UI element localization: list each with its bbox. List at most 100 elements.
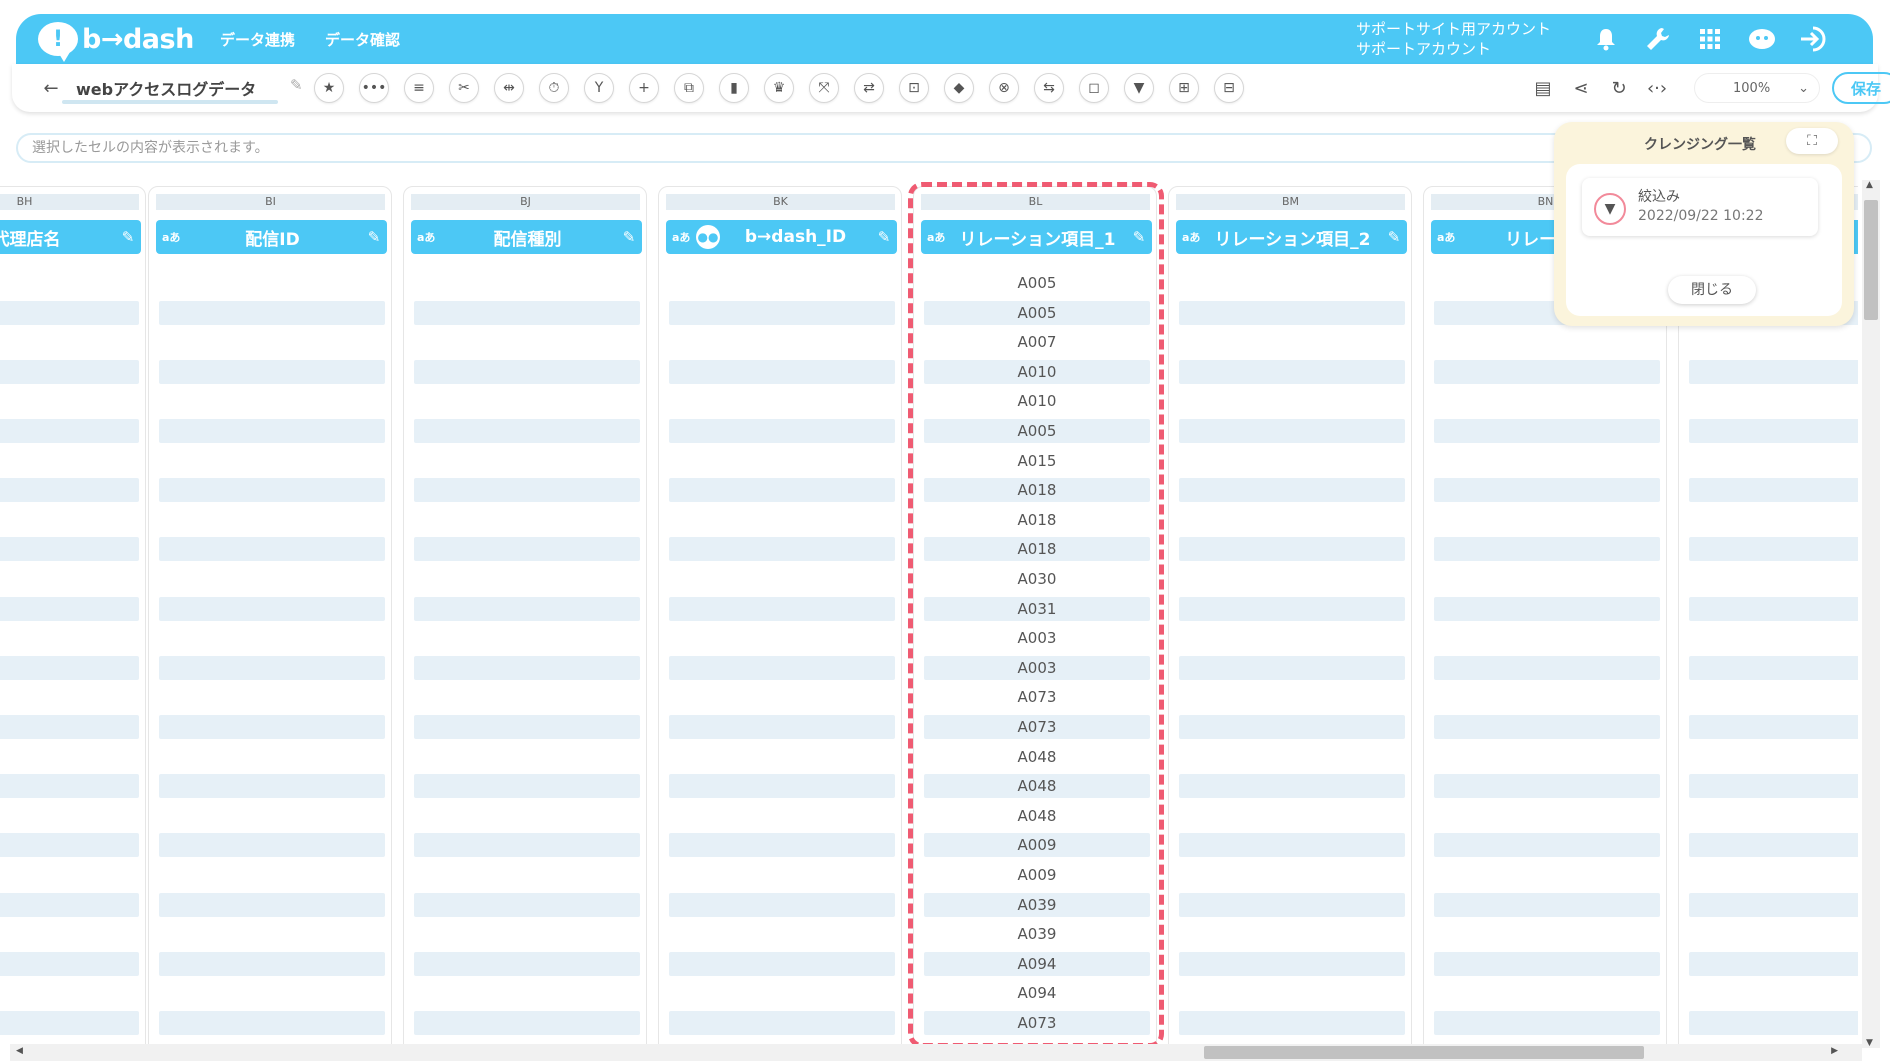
horizontal-scroll-thumb[interactable] (1204, 1046, 1644, 1059)
clipboard-icon[interactable]: ▤ (1524, 73, 1562, 103)
table-cell[interactable] (1434, 745, 1660, 769)
table-cell[interactable] (1689, 419, 1858, 443)
table-cell[interactable] (0, 301, 139, 325)
table-cell[interactable] (1689, 804, 1858, 828)
table-cell[interactable]: A018 (924, 537, 1150, 561)
crown-icon[interactable]: ♛ (764, 73, 794, 103)
table-cell[interactable] (159, 478, 385, 502)
table-cell[interactable] (159, 626, 385, 650)
table-cell[interactable] (1179, 656, 1405, 680)
save-button[interactable]: 保存 (1832, 72, 1890, 104)
table-cell[interactable]: A031 (924, 597, 1150, 621)
edit-pencil-icon[interactable]: ✎ (115, 228, 141, 246)
table-cell[interactable] (1689, 981, 1858, 1005)
edit-pencil-icon[interactable]: ✎ (361, 228, 387, 246)
table-cell[interactable] (159, 745, 385, 769)
table-cell[interactable] (1179, 626, 1405, 650)
table-cell[interactable] (0, 804, 139, 828)
table-cell[interactable]: A015 (924, 449, 1150, 473)
table-cell[interactable] (669, 537, 895, 561)
table-cell[interactable] (1179, 419, 1405, 443)
table-cell[interactable] (1179, 449, 1405, 473)
table-cell[interactable]: A005 (924, 301, 1150, 325)
table-cell[interactable] (669, 745, 895, 769)
table-cell[interactable] (159, 389, 385, 413)
table-cell[interactable] (1689, 833, 1858, 857)
table-cell[interactable] (1434, 330, 1660, 354)
column-letter[interactable]: BL (921, 194, 1150, 210)
table-cell[interactable] (414, 271, 640, 295)
table-cell[interactable]: A094 (924, 952, 1150, 976)
table-cell[interactable] (0, 1011, 139, 1035)
pivot-icon[interactable]: ⊞ (1169, 73, 1199, 103)
table-cell[interactable]: A009 (924, 863, 1150, 887)
table-cell[interactable] (414, 626, 640, 650)
table-cell[interactable] (1434, 537, 1660, 561)
table-cell[interactable] (414, 833, 640, 857)
filter-icon[interactable]: ▼ (1124, 73, 1154, 103)
table-cell[interactable]: A007 (924, 330, 1150, 354)
table-cell[interactable] (1434, 626, 1660, 650)
pencil-icon[interactable]: ✎ (290, 76, 303, 94)
table-cell[interactable] (1179, 715, 1405, 739)
table-cell[interactable] (1179, 922, 1405, 946)
edit-pencil-icon[interactable]: ✎ (871, 228, 897, 246)
bell-icon[interactable] (1584, 19, 1628, 59)
table-cell[interactable] (1179, 567, 1405, 591)
table-cell[interactable] (159, 597, 385, 621)
table-cell[interactable] (159, 656, 385, 680)
table-cell[interactable]: A005 (924, 271, 1150, 295)
table-cell[interactable] (414, 597, 640, 621)
table-cell[interactable]: A010 (924, 389, 1150, 413)
table-cell[interactable] (669, 478, 895, 502)
table-cell[interactable] (1434, 774, 1660, 798)
table-cell[interactable] (0, 745, 139, 769)
table-cell[interactable] (669, 360, 895, 384)
more-icon[interactable]: ••• (359, 73, 389, 103)
table-cell[interactable] (1434, 804, 1660, 828)
table-cell[interactable] (1689, 478, 1858, 502)
table-cell[interactable] (159, 330, 385, 354)
table-cell[interactable] (0, 567, 139, 591)
table-cell[interactable]: A048 (924, 804, 1150, 828)
table-cell[interactable] (0, 774, 139, 798)
table-cell[interactable] (414, 804, 640, 828)
table-cell[interactable] (0, 449, 139, 473)
table-cell[interactable] (159, 804, 385, 828)
table-cell[interactable] (0, 537, 139, 561)
column-letter[interactable]: BJ (411, 194, 640, 210)
wrench-icon[interactable] (1636, 19, 1680, 59)
table-cell[interactable] (414, 330, 640, 354)
table-cell[interactable] (1179, 685, 1405, 709)
table-cell[interactable] (1689, 330, 1858, 354)
table-cell[interactable] (414, 419, 640, 443)
table-cell[interactable] (414, 952, 640, 976)
list-icon[interactable]: ≡ (404, 73, 434, 103)
column-header[interactable]: aあ リレーション項目_1 ✎ (921, 220, 1152, 254)
table-cell[interactable] (1179, 893, 1405, 917)
table-cell[interactable] (1179, 271, 1405, 295)
column-letter[interactable]: BK (666, 194, 895, 210)
table-cell[interactable] (669, 952, 895, 976)
table-cell[interactable] (159, 508, 385, 532)
table-cell[interactable] (159, 863, 385, 887)
table-cell[interactable] (669, 715, 895, 739)
table-cell[interactable] (159, 922, 385, 946)
grid-icon[interactable] (1688, 19, 1732, 59)
table-cell[interactable] (1689, 774, 1858, 798)
table-cell[interactable] (0, 330, 139, 354)
table-cell[interactable] (669, 626, 895, 650)
table-cell[interactable]: A003 (924, 656, 1150, 680)
table-cell[interactable] (159, 271, 385, 295)
expand-icon[interactable]: ⛶ (1786, 128, 1838, 154)
table-cell[interactable] (1689, 567, 1858, 591)
table-cell[interactable] (414, 449, 640, 473)
table-cell[interactable] (1434, 360, 1660, 384)
logout-icon[interactable] (1792, 19, 1836, 59)
table-cell[interactable] (159, 449, 385, 473)
bot-icon[interactable] (1740, 19, 1784, 59)
add-icon[interactable]: + (629, 73, 659, 103)
table-cell[interactable] (0, 833, 139, 857)
table-cell[interactable] (1179, 508, 1405, 532)
table-cell[interactable] (1179, 330, 1405, 354)
